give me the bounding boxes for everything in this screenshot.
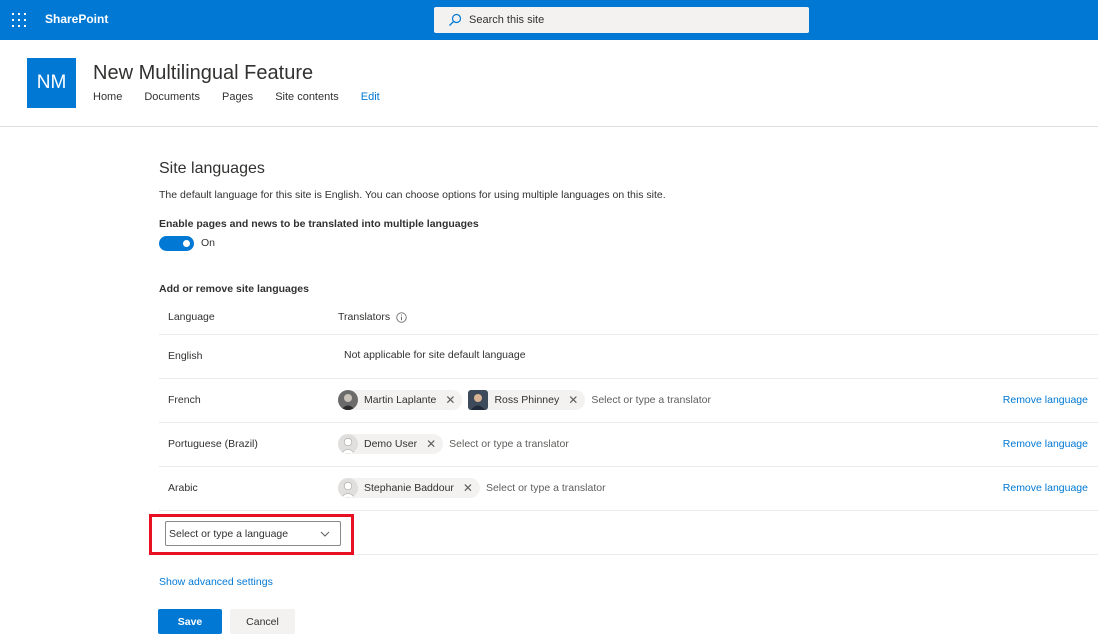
- translation-toggle-label: Enable pages and news to be translated i…: [159, 218, 479, 230]
- site-nav: Home Documents Pages Site contents Edit: [93, 91, 402, 103]
- translator-pill: Ross Phinney ✕: [468, 390, 586, 410]
- app-launcher-icon[interactable]: [12, 13, 26, 27]
- translator-pill: Demo User ✕: [338, 434, 444, 454]
- app-name[interactable]: SharePoint: [45, 12, 108, 26]
- table-row: French Martin Laplante ✕ Ross Phinney ✕ …: [159, 379, 1098, 423]
- remove-language-link[interactable]: Remove language: [1003, 438, 1088, 450]
- translation-toggle[interactable]: [159, 236, 194, 251]
- cancel-button[interactable]: Cancel: [230, 609, 295, 634]
- nav-home[interactable]: Home: [93, 91, 122, 103]
- toggle-state-label: On: [201, 237, 216, 249]
- save-button[interactable]: Save: [158, 609, 222, 634]
- table-row: Arabic Stephanie Baddour ✕ Remove langua…: [159, 467, 1098, 511]
- page-title: Site languages: [159, 160, 265, 177]
- avatar: [338, 478, 358, 498]
- suite-bar: SharePoint: [0, 0, 1098, 40]
- nav-site-contents[interactable]: Site contents: [275, 91, 339, 103]
- nav-documents[interactable]: Documents: [144, 91, 200, 103]
- add-language-row: Select or type a language: [149, 511, 1098, 555]
- avatar: [468, 390, 489, 410]
- translator-name: Demo User: [364, 438, 418, 450]
- default-language-note: Not applicable for site default language: [344, 349, 526, 361]
- table-header: Language Translators: [159, 300, 1098, 335]
- languages-table: Language Translators English Not applica…: [149, 300, 1098, 555]
- remove-language-link[interactable]: Remove language: [1003, 482, 1088, 494]
- translator-name: Ross Phinney: [494, 394, 560, 406]
- translator-picker[interactable]: Stephanie Baddour ✕: [338, 478, 626, 498]
- table-row: Portuguese (Brazil) Demo User ✕ Remove l…: [159, 423, 1098, 467]
- close-icon[interactable]: ✕: [423, 437, 439, 451]
- translator-picker[interactable]: Demo User ✕: [338, 434, 590, 454]
- translator-input[interactable]: [449, 438, 590, 450]
- site-header: NM New Multilingual Feature Home Documen…: [0, 40, 1098, 127]
- close-icon[interactable]: ✕: [565, 393, 581, 407]
- nav-edit-link[interactable]: Edit: [361, 91, 380, 103]
- chevron-down-icon: [320, 531, 330, 537]
- column-header-language: Language: [168, 311, 215, 323]
- translator-picker[interactable]: Martin Laplante ✕ Ross Phinney ✕: [338, 390, 732, 410]
- show-advanced-settings-link[interactable]: Show advanced settings: [159, 576, 273, 588]
- toggle-knob: [183, 240, 190, 247]
- add-language-dropdown[interactable]: Select or type a language: [165, 521, 341, 546]
- close-icon[interactable]: ✕: [442, 393, 458, 407]
- page-description: The default language for this site is En…: [159, 189, 666, 201]
- language-name: Portuguese (Brazil): [168, 438, 258, 450]
- avatar: [338, 434, 358, 454]
- search-input[interactable]: [469, 14, 789, 26]
- add-language-placeholder: Select or type a language: [169, 527, 289, 540]
- search-box[interactable]: [434, 7, 809, 33]
- translator-pill: Martin Laplante ✕: [338, 390, 463, 410]
- remove-language-link[interactable]: Remove language: [1003, 394, 1088, 406]
- column-header-translators: Translators: [338, 311, 407, 323]
- translator-name: Stephanie Baddour: [364, 482, 454, 494]
- column-header-translators-label: Translators: [338, 311, 391, 323]
- translator-input[interactable]: [485, 482, 626, 494]
- site-title[interactable]: New Multilingual Feature: [93, 62, 313, 85]
- language-name: English: [168, 350, 203, 362]
- nav-pages[interactable]: Pages: [222, 91, 253, 103]
- translator-input[interactable]: [591, 394, 732, 406]
- table-row: English Not applicable for site default …: [159, 335, 1098, 379]
- language-name: Arabic: [168, 482, 198, 494]
- avatar: [338, 390, 358, 410]
- language-name: French: [168, 394, 201, 406]
- search-icon: [449, 13, 462, 26]
- info-icon[interactable]: [396, 311, 407, 323]
- translator-name: Martin Laplante: [364, 394, 437, 406]
- site-logo[interactable]: NM: [27, 58, 76, 108]
- translator-pill: Stephanie Baddour ✕: [338, 478, 480, 498]
- close-icon[interactable]: ✕: [460, 481, 476, 495]
- section-label: Add or remove site languages: [159, 283, 309, 295]
